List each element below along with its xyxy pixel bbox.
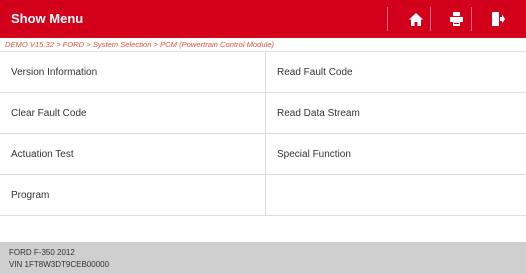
breadcrumb-bar: DEMO V15.32 > FORD > System Selection > … (0, 38, 526, 52)
menu-item-version-information[interactable]: Version Information (0, 52, 266, 93)
home-icon (409, 12, 423, 26)
print-button[interactable] (438, 0, 474, 38)
menu-item-empty (266, 175, 526, 216)
print-icon (449, 12, 463, 26)
menu-item-special-function[interactable]: Special Function (266, 134, 526, 175)
empty-space (0, 216, 526, 242)
menu-item-clear-fault-code[interactable]: Clear Fault Code (0, 93, 266, 134)
home-button[interactable] (398, 0, 434, 38)
vehicle-model: FORD F-350 2012 (9, 248, 75, 257)
separator (387, 7, 388, 31)
separator (430, 7, 431, 31)
page-title: Show Menu (11, 11, 84, 26)
exit-button[interactable] (480, 0, 516, 38)
breadcrumb: DEMO V15.32 > FORD > System Selection > … (5, 40, 275, 49)
title-bar: Show Menu (0, 0, 526, 38)
exit-icon (491, 12, 505, 26)
vehicle-info-bar: FORD F-350 2012 VIN 1FT8W3DT9CEB00000 (0, 242, 526, 274)
function-menu: Version Information Read Fault Code Clea… (0, 52, 526, 216)
menu-item-program[interactable]: Program (0, 175, 266, 216)
separator (471, 7, 472, 31)
vehicle-vin: VIN 1FT8W3DT9CEB00000 (9, 260, 110, 269)
menu-item-actuation-test[interactable]: Actuation Test (0, 134, 266, 175)
menu-item-read-data-stream[interactable]: Read Data Stream (266, 93, 526, 134)
menu-item-read-fault-code[interactable]: Read Fault Code (266, 52, 526, 93)
